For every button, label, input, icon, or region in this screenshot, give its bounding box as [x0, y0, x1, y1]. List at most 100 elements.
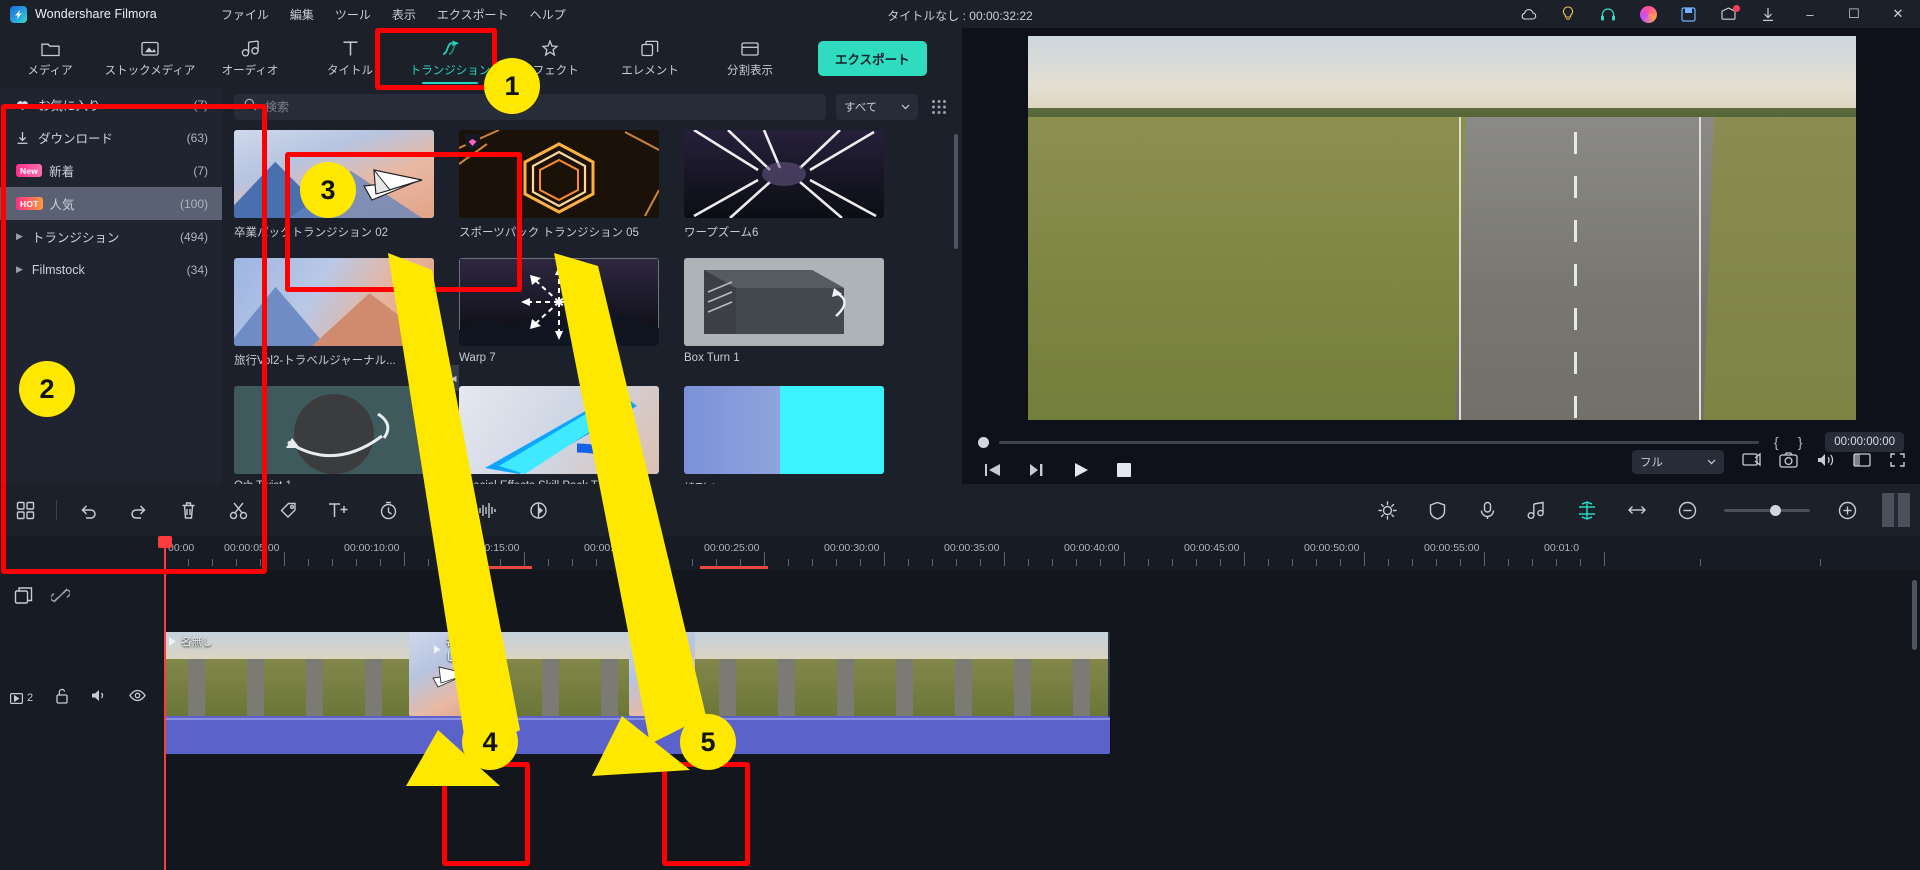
menu-item-help[interactable]: ヘルプ — [530, 6, 566, 23]
menu-item-file[interactable]: ファイル — [221, 6, 269, 23]
transition-thumbnail[interactable] — [459, 258, 659, 346]
undo-icon[interactable] — [63, 484, 113, 536]
add-text-icon[interactable] — [313, 484, 363, 536]
mask-icon[interactable] — [1412, 484, 1462, 536]
maximize-button[interactable]: ☐ — [1832, 0, 1876, 28]
sidebar-item-transition[interactable]: ▶ トランジション (494) — [0, 220, 222, 253]
link-icon[interactable] — [51, 586, 70, 610]
transition-card[interactable]: Box Turn 1 — [684, 258, 884, 368]
headset-icon[interactable] — [1588, 0, 1628, 28]
title-bar-actions[interactable]: – ☐ ✕ — [1508, 0, 1920, 28]
transition-card[interactable]: Warp 7 — [459, 258, 659, 368]
library-scrollbar[interactable] — [954, 134, 958, 249]
sidebar-item-popular[interactable]: HOT 人気 (100) — [0, 187, 222, 220]
mark-in-button[interactable]: { — [1769, 434, 1783, 450]
playhead-knob[interactable] — [978, 437, 989, 448]
transition-card[interactable]: ワープズーム6 — [684, 130, 884, 240]
transition-thumbnail[interactable] — [234, 258, 434, 346]
tab-element[interactable]: エレメント — [600, 28, 700, 88]
seek-bar[interactable] — [999, 441, 1759, 444]
sidebar-item-new[interactable]: New 新着 (7) — [0, 154, 222, 187]
tab-title[interactable]: タイトル — [300, 28, 400, 88]
sidebar-item-filmstock[interactable]: ▶ Filmstock (34) — [0, 253, 222, 286]
cloud-icon[interactable] — [1508, 0, 1548, 28]
zoom-out-button[interactable] — [1662, 484, 1712, 536]
redo-icon[interactable] — [113, 484, 163, 536]
transition-card[interactable]: 旅行Vol2-トラベルジャーナル... — [234, 258, 434, 368]
timeline-tracks[interactable]: 名無し 名無し 名無し — [164, 570, 1920, 870]
tab-media[interactable]: メディア — [0, 28, 100, 88]
tab-stock-media[interactable]: ストックメディア — [100, 28, 200, 88]
zoom-in-button[interactable] — [1822, 484, 1872, 536]
audio-waveform-icon[interactable] — [463, 484, 513, 536]
keyframe-icon[interactable] — [513, 484, 563, 536]
snapshot-frame-icon[interactable] — [1742, 452, 1761, 473]
delete-icon[interactable] — [163, 484, 213, 536]
timeline-vertical-scrollbar[interactable] — [1912, 580, 1917, 650]
camera-icon[interactable] — [1779, 452, 1798, 473]
prev-frame-icon[interactable] — [984, 463, 1001, 482]
sidebar-item-downloads[interactable]: ダウンロード (63) — [0, 121, 222, 154]
volume-icon[interactable] — [1816, 452, 1835, 473]
add-track-icon[interactable] — [14, 586, 33, 610]
play-icon[interactable] — [1074, 462, 1089, 483]
transition-thumbnail[interactable] — [459, 130, 659, 218]
mark-out-button[interactable]: } — [1793, 434, 1807, 450]
fit-timeline-icon[interactable] — [1612, 484, 1662, 536]
tab-audio[interactable]: オーディオ — [200, 28, 300, 88]
menu-item-export[interactable]: エクスポート — [437, 6, 509, 23]
voiceover-icon[interactable] — [1462, 484, 1512, 536]
menu-item-edit[interactable]: 編集 — [290, 6, 314, 23]
color-match-icon[interactable] — [1362, 484, 1412, 536]
search-input[interactable] — [265, 100, 816, 114]
library-prev-arrow[interactable]: ◀ — [448, 365, 459, 391]
grid-view-button[interactable] — [928, 96, 950, 118]
inbox-icon[interactable] — [1708, 0, 1748, 28]
step-forward-icon[interactable] — [1029, 463, 1046, 482]
zoom-slider-knob[interactable] — [1770, 505, 1781, 516]
transition-thumbnail[interactable] — [684, 258, 884, 346]
menu-bar[interactable]: ファイル 編集 ツール 表示 エクスポート ヘルプ — [221, 6, 566, 23]
tag-icon[interactable] — [263, 484, 313, 536]
quality-dropdown[interactable]: フル — [1632, 450, 1724, 474]
auto-sync-icon[interactable] — [1562, 484, 1612, 536]
save-icon[interactable] — [1668, 0, 1708, 28]
zoom-slider[interactable] — [1724, 509, 1810, 512]
stop-icon[interactable] — [1117, 463, 1131, 482]
audio-mixer-icon[interactable] — [1512, 484, 1562, 536]
transition-card[interactable]: Special Effects Skill Pack T... — [459, 386, 659, 496]
close-button[interactable]: ✕ — [1876, 0, 1920, 28]
sidebar-item-favorites[interactable]: お気に入り (7) — [0, 88, 222, 121]
playhead-handle[interactable] — [158, 536, 172, 548]
transition-thumbnail[interactable] — [459, 386, 659, 474]
fullscreen-icon[interactable] — [1889, 452, 1906, 473]
crop-icon[interactable] — [1853, 452, 1871, 473]
menu-item-tools[interactable]: ツール — [335, 6, 371, 23]
menu-item-view[interactable]: 表示 — [392, 6, 416, 23]
lock-icon[interactable] — [55, 688, 69, 709]
audio-clip[interactable] — [164, 716, 1110, 754]
transition-card[interactable]: Orb Twist 1 — [234, 386, 434, 496]
minimize-button[interactable]: – — [1788, 0, 1832, 28]
applied-transition-2[interactable]: 名無し — [629, 632, 695, 716]
transition-card[interactable]: スポーツパック トランジション 05 — [459, 130, 659, 240]
cut-icon[interactable] — [213, 484, 263, 536]
download-icon[interactable] — [1748, 0, 1788, 28]
preview-timecode[interactable]: 00:00:00:00 — [1825, 432, 1904, 452]
tab-split-view[interactable]: 分割表示 — [700, 28, 800, 88]
transition-thumbnail[interactable] — [684, 130, 884, 218]
adjust-icon[interactable] — [413, 484, 463, 536]
lightbulb-icon[interactable] — [1548, 0, 1588, 28]
mute-icon[interactable] — [91, 688, 107, 708]
transition-thumbnail[interactable] — [234, 386, 434, 474]
avatar[interactable] — [1628, 0, 1668, 28]
export-button[interactable]: エクスポート — [818, 41, 927, 76]
applied-transition-1[interactable]: 名無し — [409, 632, 475, 716]
timeline-ruler[interactable]: 00:00 00:00:05:00 00:00:10:00 00:00:15:0… — [0, 536, 1920, 570]
speed-icon[interactable] — [363, 484, 413, 536]
eye-icon[interactable] — [129, 689, 146, 707]
filter-dropdown[interactable]: すべて — [836, 94, 918, 120]
transition-thumbnail[interactable] — [684, 386, 884, 474]
transition-card[interactable]: 線形 1 — [684, 386, 884, 496]
layout-icon[interactable] — [0, 484, 50, 536]
